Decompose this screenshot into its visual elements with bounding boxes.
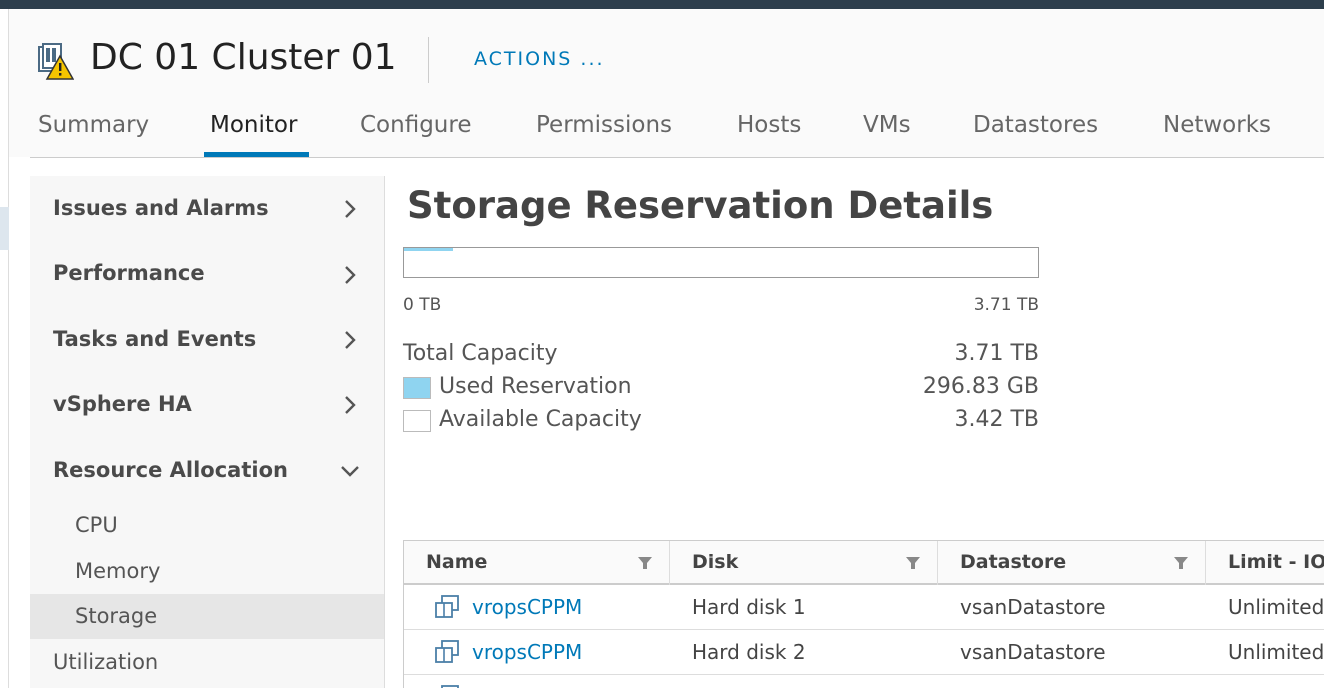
left-panel-selection — [0, 207, 9, 250]
column-header-limit-iops[interactable]: Limit - IOP — [1206, 541, 1324, 585]
datastore-cell: vsanDatastore — [960, 595, 1106, 619]
total-capacity-value: 3.71 TB — [954, 341, 1039, 366]
vm-name-link[interactable]: vropsCPPM — [472, 585, 582, 629]
chevron-right-icon[interactable] — [340, 330, 360, 350]
available-capacity-label: Available Capacity — [439, 407, 642, 432]
bar-max-label: 3.71 TB — [973, 295, 1039, 315]
chevron-right-icon[interactable] — [340, 395, 360, 415]
column-header-name[interactable]: Name — [404, 541, 670, 585]
available-capacity-row: Available Capacity 3.42 TB — [403, 407, 1039, 435]
nav-item-cpu[interactable]: CPU — [75, 513, 118, 537]
top-bar — [0, 0, 1324, 9]
total-capacity-label: Total Capacity — [403, 341, 558, 366]
grid-header: Name Disk Datastore Limit - IOP — [404, 541, 1324, 585]
nav-issues-and-alarms[interactable]: Issues and Alarms — [53, 196, 269, 220]
total-capacity-row: Total Capacity 3.71 TB — [403, 341, 1039, 369]
tab-permissions[interactable]: Permissions — [536, 112, 672, 138]
datastore-cell: vsanDatastore — [960, 640, 1106, 664]
tab-hosts[interactable]: Hosts — [737, 112, 801, 138]
used-reservation-swatch — [403, 377, 431, 399]
cluster-warning-icon — [38, 43, 74, 80]
limit-iops-cell: Unlimited — [1228, 640, 1324, 664]
used-reservation-value: 296.83 GB — [922, 374, 1039, 399]
nav-item-memory[interactable]: Memory — [75, 559, 160, 583]
column-header-datastore[interactable]: Datastore — [938, 541, 1206, 585]
tab-datastores[interactable]: Datastores — [973, 112, 1098, 138]
tab-summary[interactable]: Summary — [38, 112, 149, 138]
filter-icon[interactable] — [637, 555, 653, 571]
active-tab-indicator — [204, 152, 309, 157]
main-content: Storage Reservation Details 0 TB 3.71 TB… — [385, 158, 1324, 688]
filter-icon[interactable] — [1173, 555, 1189, 571]
left-panel-edge[interactable] — [0, 9, 9, 688]
nav-item-storage[interactable]: Storage — [75, 604, 157, 628]
reservation-grid: Name Disk Datastore Limit - IOP vropsCPP… — [403, 540, 1324, 688]
column-header-label: Datastore — [960, 551, 1067, 573]
nav-tasks-and-events[interactable]: Tasks and Events — [53, 327, 256, 351]
vm-icon — [435, 640, 459, 663]
tab-configure[interactable]: Configure — [360, 112, 471, 138]
table-row[interactable]: vropsCPPM Hard disk 2 vsanDatastore Unli… — [404, 630, 1324, 675]
nav-performance[interactable]: Performance — [53, 261, 205, 285]
title-divider — [428, 37, 429, 83]
disk-cell: Hard disk 2 — [692, 640, 806, 664]
vm-name-link[interactable]: vropsCPPM — [472, 630, 582, 674]
tab-networks[interactable]: Networks — [1163, 112, 1271, 138]
available-capacity-swatch — [403, 410, 431, 432]
chevron-down-icon[interactable] — [340, 461, 360, 481]
object-tabs: Summary Monitor Configure Permissions Ho… — [30, 108, 1324, 158]
table-row[interactable]: vropsCPPM Hard disk 1 vsanDatastore Unli… — [404, 585, 1324, 630]
actions-menu-button[interactable]: ACTIONS ... — [474, 48, 605, 70]
page-title: DC 01 Cluster 01 — [90, 37, 397, 78]
column-header-disk[interactable]: Disk — [670, 541, 938, 585]
column-header-label: Name — [426, 551, 488, 573]
nav-vsphere-ha[interactable]: vSphere HA — [53, 392, 192, 416]
column-header-label: Disk — [692, 551, 739, 573]
vm-icon — [435, 595, 459, 618]
used-reservation-row: Used Reservation 296.83 GB — [403, 374, 1039, 402]
column-header-label: Limit - IOP — [1228, 551, 1324, 573]
chevron-right-icon[interactable] — [340, 265, 360, 285]
chevron-right-icon[interactable] — [340, 199, 360, 219]
section-title: Storage Reservation Details — [407, 184, 994, 227]
monitor-sidenav: Issues and Alarms Performance Tasks and … — [30, 176, 385, 688]
used-reservation-label: Used Reservation — [439, 374, 632, 399]
disk-cell: Hard disk 1 — [692, 595, 806, 619]
nav-utilization[interactable]: Utilization — [53, 650, 158, 674]
nav-resource-allocation[interactable]: Resource Allocation — [53, 458, 288, 482]
bar-min-label: 0 TB — [403, 295, 442, 315]
used-reservation-fill — [404, 248, 454, 251]
tab-vms[interactable]: VMs — [863, 112, 911, 138]
storage-capacity-bar — [403, 247, 1039, 278]
filter-icon[interactable] — [905, 555, 921, 571]
table-row-partial[interactable] — [404, 675, 1324, 688]
limit-iops-cell: Unlimited — [1228, 595, 1324, 619]
available-capacity-value: 3.42 TB — [954, 407, 1039, 432]
tab-monitor[interactable]: Monitor — [210, 112, 297, 138]
